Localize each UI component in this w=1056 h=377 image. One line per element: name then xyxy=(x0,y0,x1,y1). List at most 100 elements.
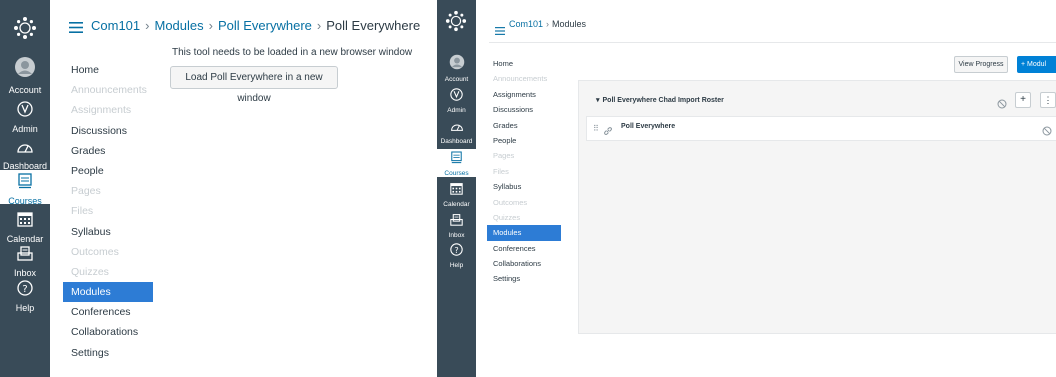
course-nav-discussions[interactable]: Discussions xyxy=(487,102,561,117)
course-nav-outcomes[interactable]: Outcomes xyxy=(487,195,561,210)
breadcrumb-course[interactable]: Com101 xyxy=(509,19,543,29)
course-nav-grades[interactable]: Grades xyxy=(487,118,561,133)
calendar-icon xyxy=(0,211,50,232)
global-nav-calendar[interactable]: Calendar xyxy=(0,211,50,244)
global-nav-account[interactable]: Account xyxy=(0,56,50,95)
breadcrumb-poll-everywhere[interactable]: Poll Everywhere xyxy=(218,18,312,33)
load-in-new-window-button[interactable]: Load Poll Everywhere in a new window xyxy=(170,66,338,104)
module-options-icon[interactable]: ⋮ xyxy=(1040,92,1056,108)
dashboard-icon xyxy=(0,140,50,159)
hamburger-menu-icon[interactable] xyxy=(69,20,83,38)
breadcrumb: Com101 › Modules xyxy=(509,19,587,29)
svg-text:?: ? xyxy=(454,245,458,255)
view-progress-button[interactable]: View Progress xyxy=(954,56,1008,73)
global-nav-label: Dashboard xyxy=(440,138,473,145)
global-nav-admin[interactable]: Admin xyxy=(437,88,476,114)
link-icon xyxy=(603,123,613,141)
global-nav-help[interactable]: ? Help xyxy=(437,243,476,269)
course-nav-pages[interactable]: Pages xyxy=(63,181,153,201)
course-nav-modules[interactable]: Modules xyxy=(63,282,153,303)
course-nav-grades[interactable]: Grades xyxy=(63,141,153,161)
header-divider xyxy=(489,42,1056,43)
tool-message: This tool needs to be loaded in a new br… xyxy=(172,47,413,58)
course-nav-people[interactable]: People xyxy=(63,161,153,181)
global-nav-label: Account xyxy=(444,76,469,83)
unpublished-icon[interactable] xyxy=(997,96,1007,114)
global-nav-label: Admin xyxy=(447,107,466,114)
canvas-logo-icon[interactable] xyxy=(445,10,467,37)
add-item-button[interactable]: + xyxy=(1015,92,1031,108)
left-screenshot: Account Admin Dashboard Courses Calendar… xyxy=(0,0,421,377)
global-nav-inbox[interactable]: Inbox xyxy=(437,213,476,239)
global-nav-help[interactable]: ? Help xyxy=(0,280,50,313)
global-nav-calendar[interactable]: Calendar xyxy=(437,182,476,208)
global-nav: Account Admin Dashboard Courses Calendar… xyxy=(0,0,50,377)
inbox-icon xyxy=(437,213,476,231)
svg-text:?: ? xyxy=(22,284,27,295)
global-nav-courses[interactable]: Courses xyxy=(437,149,476,177)
breadcrumb: Com101 › Modules › Poll Everywhere › Poll Ever… xyxy=(91,18,421,33)
global-nav-label: Courses xyxy=(8,196,42,206)
global-nav-courses[interactable]: Courses xyxy=(0,170,50,206)
module-item[interactable]: ⠿ Poll Everywhere ⋮ xyxy=(586,116,1056,141)
hamburger-menu-icon[interactable] xyxy=(495,22,505,40)
course-nav-home[interactable]: Home xyxy=(487,56,561,71)
course-nav-modules[interactable]: Modules xyxy=(487,225,561,241)
course-nav-collaborations[interactable]: Collaborations xyxy=(63,322,153,342)
global-nav-admin[interactable]: Admin xyxy=(0,101,50,134)
global-nav-label: Help xyxy=(449,262,464,269)
admin-icon xyxy=(0,101,50,122)
module-item-title[interactable]: Poll Everywhere xyxy=(621,123,675,130)
course-nav-conferences[interactable]: Conferences xyxy=(487,241,561,256)
unpublished-icon[interactable] xyxy=(1042,123,1052,141)
course-nav-quizzes[interactable]: Quizzes xyxy=(63,262,153,282)
global-nav-label: Inbox xyxy=(448,232,465,239)
course-nav-assignments[interactable]: Assignments xyxy=(487,87,561,102)
courses-icon xyxy=(0,173,50,194)
caret-down-icon[interactable]: ▾ xyxy=(596,97,600,104)
global-nav-label: Calendar xyxy=(443,201,470,208)
breadcrumb-course[interactable]: Com101 xyxy=(91,18,140,33)
course-nav-discussions[interactable]: Discussions xyxy=(63,121,153,141)
course-nav-announcements[interactable]: Announcements xyxy=(487,71,561,86)
course-nav-collaborations[interactable]: Collaborations xyxy=(487,256,561,271)
inbox-icon xyxy=(0,245,50,266)
course-nav-people[interactable]: People xyxy=(487,133,561,148)
global-nav-label: Inbox xyxy=(13,268,37,278)
course-nav-files[interactable]: Files xyxy=(487,164,561,179)
global-nav-inbox[interactable]: Inbox xyxy=(0,245,50,278)
course-nav-home[interactable]: Home xyxy=(63,60,153,80)
course-nav-files[interactable]: Files xyxy=(63,201,153,221)
global-nav-label: Calendar xyxy=(6,234,44,244)
add-module-button[interactable]: + Modul xyxy=(1017,56,1056,73)
course-nav-syllabus[interactable]: Syllabus xyxy=(63,222,153,242)
help-icon: ? xyxy=(0,280,50,301)
course-nav-outcomes[interactable]: Outcomes xyxy=(63,242,153,262)
drag-handle-icon[interactable]: ⠿ xyxy=(593,124,599,133)
course-nav-syllabus[interactable]: Syllabus xyxy=(487,179,561,194)
canvas-logo-icon[interactable] xyxy=(13,16,37,45)
right-screenshot: Account Admin Dashboard Courses Calendar… xyxy=(437,0,1056,377)
module-header[interactable]: ▾ Poll Everywhere Chad Import Roster xyxy=(586,90,1056,112)
breadcrumb-modules[interactable]: Modules xyxy=(154,18,203,33)
global-nav-label: Account xyxy=(8,85,42,95)
global-nav-dashboard[interactable]: Dashboard xyxy=(437,119,476,145)
course-nav-assignments[interactable]: Assignments xyxy=(63,100,153,120)
global-nav-account[interactable]: Account xyxy=(437,54,476,84)
course-nav-pages[interactable]: Pages xyxy=(487,148,561,163)
course-nav-settings[interactable]: Settings xyxy=(487,271,561,286)
account-icon xyxy=(0,56,50,83)
breadcrumb-current: Modules xyxy=(552,19,587,29)
course-nav: Home Announcements Assignments Discussio… xyxy=(63,60,153,363)
calendar-icon xyxy=(437,182,476,200)
course-nav-settings[interactable]: Settings xyxy=(63,343,153,363)
courses-icon xyxy=(437,151,476,169)
help-icon: ? xyxy=(437,243,476,261)
course-nav-conferences[interactable]: Conferences xyxy=(63,302,153,322)
admin-icon xyxy=(437,88,476,106)
account-icon xyxy=(437,54,476,75)
module-title: Poll Everywhere Chad Import Roster xyxy=(602,97,724,104)
course-nav-quizzes[interactable]: Quizzes xyxy=(487,210,561,225)
global-nav-dashboard[interactable]: Dashboard xyxy=(0,140,50,171)
course-nav-announcements[interactable]: Announcements xyxy=(63,80,153,100)
